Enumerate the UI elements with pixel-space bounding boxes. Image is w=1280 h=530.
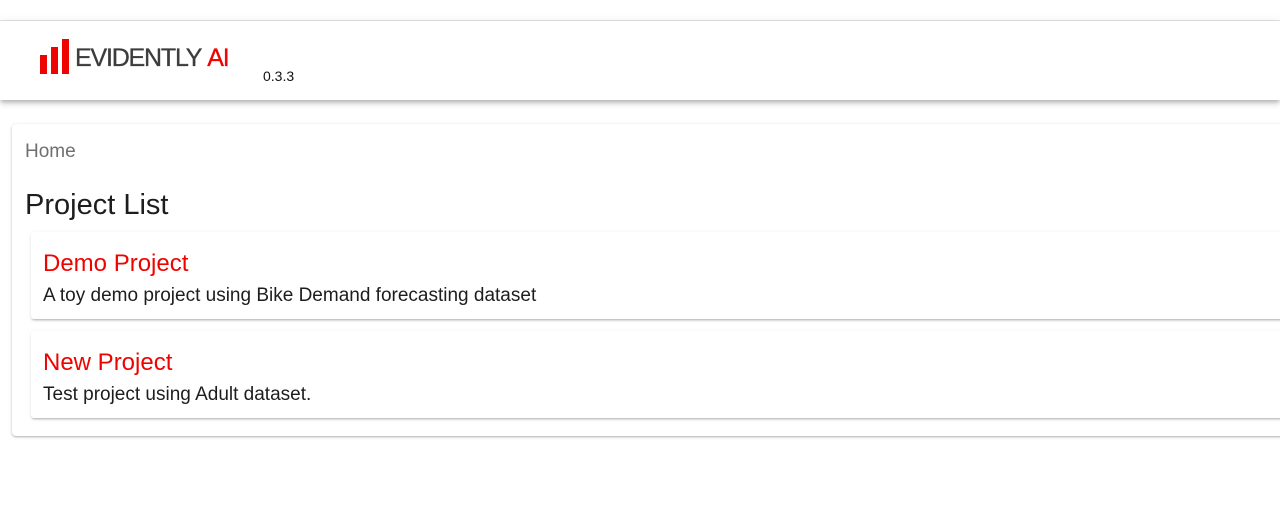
logo-accent: AI — [207, 44, 230, 72]
app-bar: EVIDENTLY AI 0.3.3 — [0, 21, 1280, 100]
bar-chart-logo-icon — [40, 38, 73, 74]
logo-wordmark: EVIDENTLY AI — [75, 44, 230, 72]
evidently-logo[interactable]: EVIDENTLY AI — [40, 38, 230, 74]
project-description: Test project using Adult dataset. — [43, 384, 312, 405]
project-card[interactable]: New Project Test project using Adult dat… — [31, 331, 1280, 418]
project-name-link[interactable]: Demo Project — [43, 250, 188, 278]
logo-text: EVIDENTLY — [75, 44, 203, 72]
page-title: Project List — [25, 189, 169, 221]
project-card[interactable]: Demo Project A toy demo project using Bi… — [31, 232, 1280, 319]
breadcrumb-home[interactable]: Home — [25, 141, 76, 163]
main-content: Home Project List Demo Project A toy dem… — [12, 124, 1280, 436]
project-name-link[interactable]: New Project — [43, 349, 172, 377]
version-label: 0.3.3 — [263, 68, 295, 84]
project-description: A toy demo project using Bike Demand for… — [43, 285, 537, 306]
